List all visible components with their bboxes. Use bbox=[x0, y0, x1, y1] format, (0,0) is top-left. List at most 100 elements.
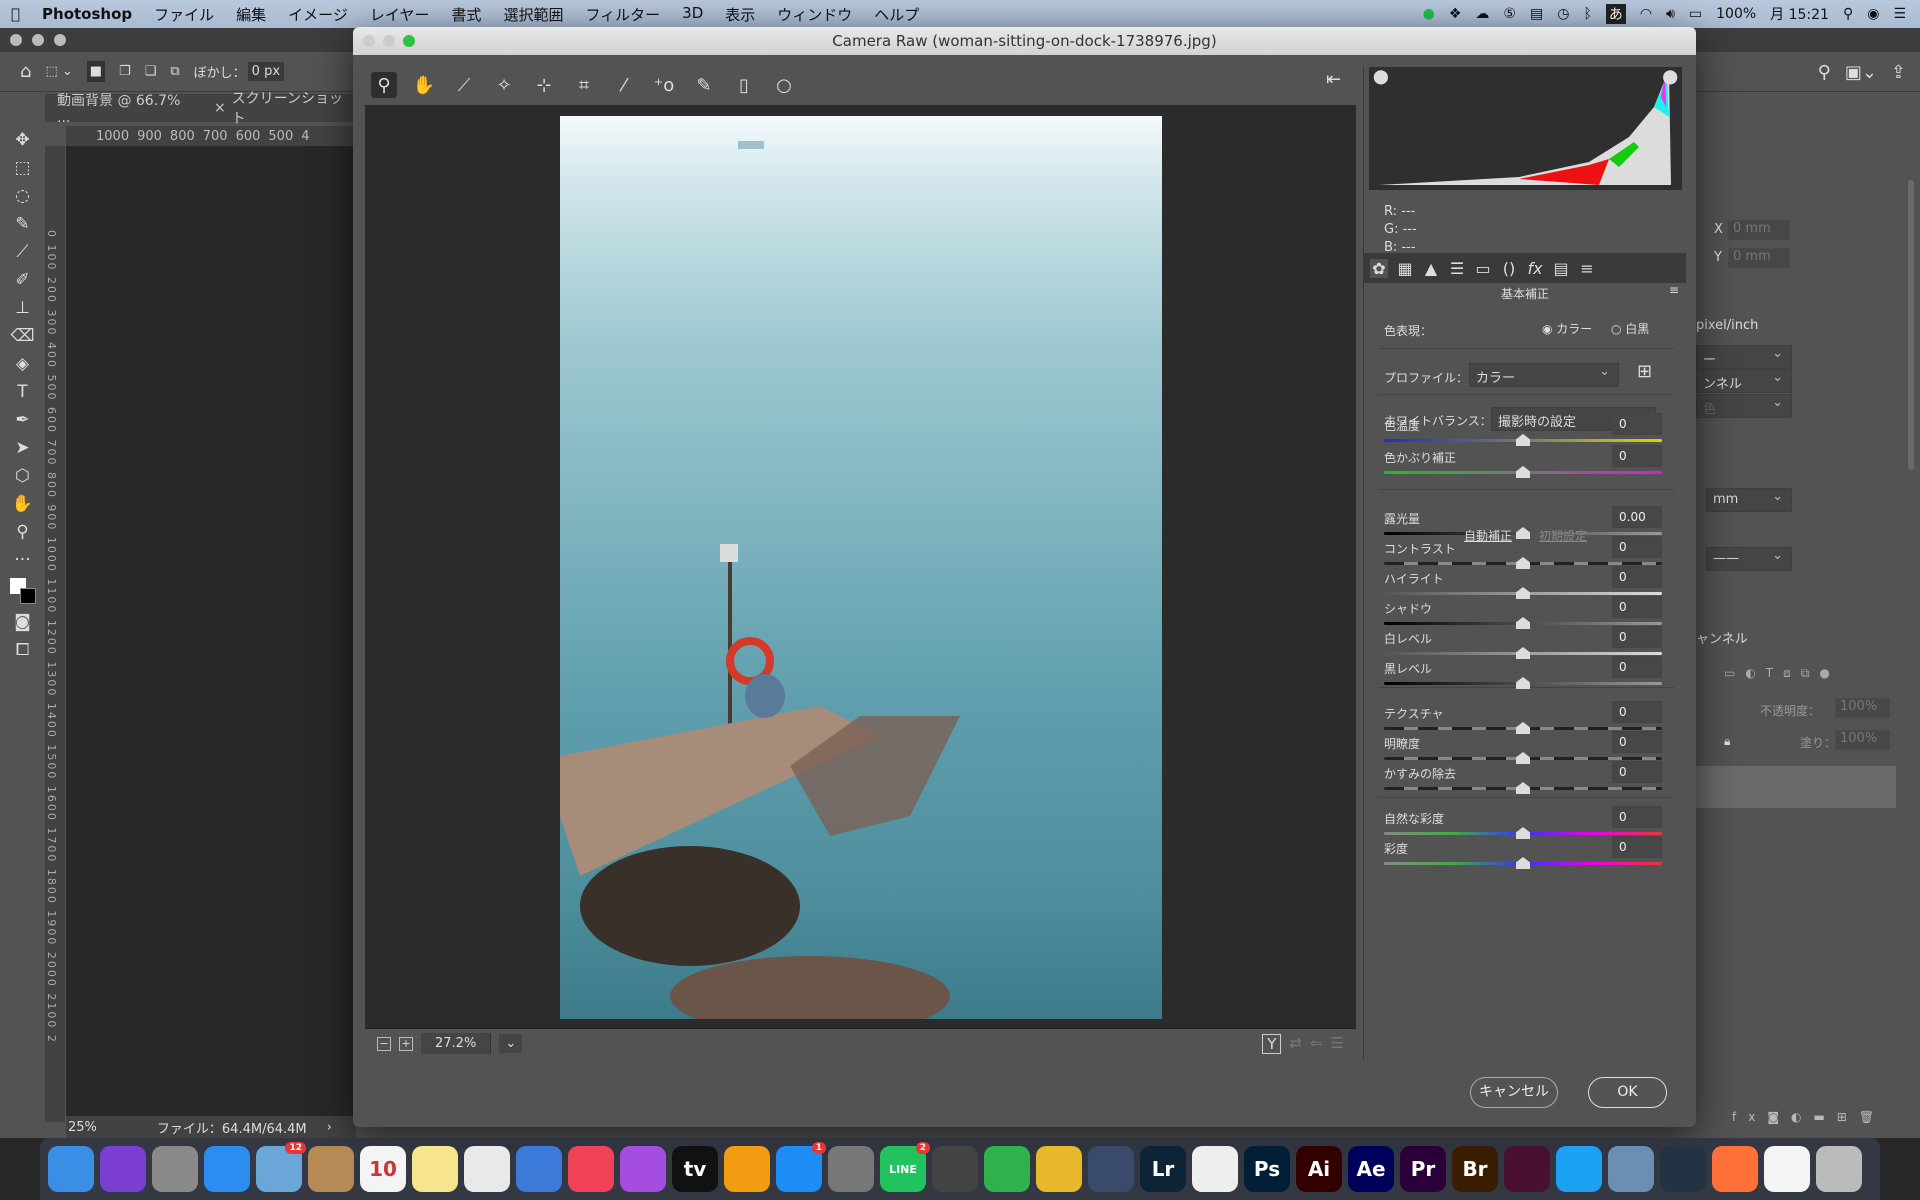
dock-numbers[interactable] bbox=[984, 1146, 1030, 1192]
zoom-level[interactable]: 25% bbox=[68, 1120, 97, 1135]
tab-effects-icon[interactable]: fx bbox=[1526, 259, 1544, 278]
slider-thumb[interactable] bbox=[1516, 782, 1530, 794]
dock-keynote[interactable] bbox=[516, 1146, 562, 1192]
dock-contacts[interactable] bbox=[308, 1146, 354, 1192]
slider-value-input[interactable]: 0.00 bbox=[1612, 506, 1662, 528]
properties-scrollbar[interactable] bbox=[1908, 180, 1914, 470]
slider-thumb[interactable] bbox=[1516, 587, 1530, 599]
zoom-button[interactable] bbox=[54, 34, 66, 46]
marquee-tool-icon[interactable]: ⬚ bbox=[14, 158, 30, 178]
tab-split-toning-icon[interactable]: ▭ bbox=[1474, 259, 1492, 278]
layer-actions-icons[interactable]: fx◙◐▬⊞🗑︎ bbox=[1732, 1110, 1886, 1124]
shape-tool-icon[interactable]: ⬡ bbox=[15, 466, 30, 486]
menu-item[interactable]: 3D bbox=[671, 4, 714, 25]
layer-row[interactable] bbox=[1696, 766, 1896, 808]
volume-icon[interactable]: 🔊︎ bbox=[1666, 6, 1675, 22]
dock-bull-app[interactable] bbox=[1088, 1146, 1134, 1192]
red-eye-tool-icon[interactable]: ⁺o bbox=[651, 72, 677, 98]
screen-mode-icon[interactable]: ⧠ bbox=[16, 640, 30, 660]
battery-icon[interactable]: ▭ bbox=[1689, 6, 1702, 22]
zoom-tool-icon[interactable]: ⚲ bbox=[371, 72, 397, 98]
dock-textedit[interactable] bbox=[464, 1146, 510, 1192]
color-swatches-icon[interactable] bbox=[9, 578, 36, 604]
targeted-adjustment-tool-icon[interactable]: ⊹ bbox=[531, 72, 557, 98]
dock-text-file[interactable] bbox=[1192, 1146, 1238, 1192]
paint-bucket-tool-icon[interactable]: ◈ bbox=[16, 354, 29, 374]
slider-thumb[interactable] bbox=[1516, 557, 1530, 569]
intersect-selection-icon[interactable]: ⧉ bbox=[170, 64, 179, 79]
x-input[interactable]: 0 mm bbox=[1728, 220, 1790, 240]
slider-thumb[interactable] bbox=[1516, 722, 1530, 734]
dock-apple-tv[interactable]: tv bbox=[672, 1146, 718, 1192]
slider-value-input[interactable]: 0 bbox=[1612, 701, 1662, 723]
slider-thumb[interactable] bbox=[1516, 434, 1530, 446]
bluetooth-icon[interactable]: ᛒ bbox=[1583, 6, 1591, 22]
home-icon[interactable]: ⌂ bbox=[20, 61, 31, 82]
menu-item[interactable]: ウィンドウ bbox=[766, 4, 863, 25]
tab-tone-curve-icon[interactable]: ▦ bbox=[1396, 259, 1414, 278]
path-selection-tool-icon[interactable]: ➤ bbox=[15, 438, 29, 458]
menu-item[interactable]: ヘルプ bbox=[863, 4, 930, 25]
image-preview[interactable] bbox=[365, 105, 1356, 1054]
tab-detail-icon[interactable]: ▲ bbox=[1422, 259, 1440, 278]
search-icon[interactable]: ⚲ bbox=[1843, 6, 1853, 22]
color-sampler-tool-icon[interactable]: ✧ bbox=[491, 72, 517, 98]
subtract-selection-icon[interactable]: ❑ bbox=[145, 64, 157, 79]
slider-value-input[interactable]: 0 bbox=[1612, 656, 1662, 678]
menu-app-name[interactable]: Photoshop bbox=[31, 5, 143, 23]
quick-mask-icon[interactable]: ◙ bbox=[14, 612, 31, 632]
hand-tool-icon[interactable]: ✋ bbox=[411, 72, 437, 98]
profile-browser-icon[interactable]: ⊞ bbox=[1637, 361, 1652, 382]
dock-app-store[interactable]: 1 bbox=[776, 1142, 826, 1192]
stamp-tool-icon[interactable]: ⊥ bbox=[15, 298, 30, 318]
input-method-icon[interactable]: あ bbox=[1605, 4, 1626, 24]
document-canvas[interactable] bbox=[66, 146, 356, 1122]
tab-close-icon[interactable]: × bbox=[214, 100, 226, 116]
dock-illustrator[interactable]: Ai bbox=[1296, 1146, 1342, 1192]
slider-thumb[interactable] bbox=[1516, 466, 1530, 478]
fullscreen-toggle-icon[interactable]: ⇤ bbox=[1326, 69, 1341, 90]
menu-item[interactable]: 編集 bbox=[225, 4, 277, 25]
creative-cloud-icon[interactable]: ☁ bbox=[1475, 6, 1489, 22]
move-tool-icon[interactable]: ✥ bbox=[15, 130, 29, 150]
white-balance-tool-icon[interactable]: ⟋ bbox=[451, 72, 477, 98]
zoom-select[interactable]: 27.2% bbox=[421, 1033, 492, 1054]
tab-presets-icon[interactable]: ≡ bbox=[1578, 259, 1596, 278]
cancel-button[interactable]: キャンセル bbox=[1470, 1077, 1558, 1108]
feather-input[interactable]: 0 px bbox=[247, 62, 285, 81]
slider-value-input[interactable]: 0 bbox=[1612, 413, 1662, 435]
menu-item[interactable]: レイヤー bbox=[359, 4, 441, 25]
menu-item[interactable]: 選択範囲 bbox=[492, 4, 574, 25]
wifi-icon[interactable]: ◠ bbox=[1640, 6, 1652, 22]
swap-settings-icon[interactable]: ⇄ bbox=[1289, 1034, 1302, 1054]
profile-select[interactable]: カラー bbox=[1469, 363, 1619, 387]
new-selection-icon[interactable]: ■ bbox=[86, 61, 106, 82]
dock-document[interactable] bbox=[1764, 1146, 1810, 1192]
eyedropper-tool-icon[interactable]: ⟋ bbox=[17, 242, 29, 262]
dock-system-preferences[interactable] bbox=[828, 1146, 874, 1192]
dock-quicktime[interactable] bbox=[932, 1146, 978, 1192]
slider-thumb[interactable] bbox=[1516, 827, 1530, 839]
clock[interactable]: 月 15:21 bbox=[1770, 4, 1829, 24]
eraser-tool-icon[interactable]: ⌫ bbox=[10, 326, 34, 346]
channels-tab[interactable]: ャンネル bbox=[1696, 628, 1748, 647]
auto-button[interactable]: 自動補正 bbox=[1464, 527, 1512, 544]
dock-siri[interactable] bbox=[100, 1146, 146, 1192]
slider-thumb[interactable] bbox=[1516, 857, 1530, 869]
tab-document-1[interactable]: 動画背景 @ 66.7% ... bbox=[57, 90, 196, 126]
treatment-color-radio[interactable]: ◉ カラー bbox=[1542, 320, 1592, 337]
dock-finder[interactable] bbox=[48, 1146, 94, 1192]
menu-item[interactable]: ファイル bbox=[143, 4, 225, 25]
slider-value-input[interactable]: 0 bbox=[1612, 566, 1662, 588]
dock-books[interactable] bbox=[724, 1146, 770, 1192]
dock-photoshop[interactable]: Ps bbox=[1244, 1146, 1290, 1192]
radial-filter-icon[interactable]: ○ bbox=[771, 72, 797, 98]
dropbox-icon[interactable]: ❖ bbox=[1449, 6, 1462, 22]
dock-premiere[interactable]: Pr bbox=[1400, 1146, 1446, 1192]
hand-tool-icon[interactable]: ✋ bbox=[12, 494, 33, 514]
close-button[interactable] bbox=[363, 35, 375, 47]
slider-value-input[interactable]: 0 bbox=[1612, 536, 1662, 558]
preview-preferences-icon[interactable]: ☰ bbox=[1331, 1034, 1344, 1054]
zoom-out-button[interactable]: − bbox=[377, 1036, 391, 1051]
type-tool-icon[interactable]: T bbox=[17, 382, 27, 402]
